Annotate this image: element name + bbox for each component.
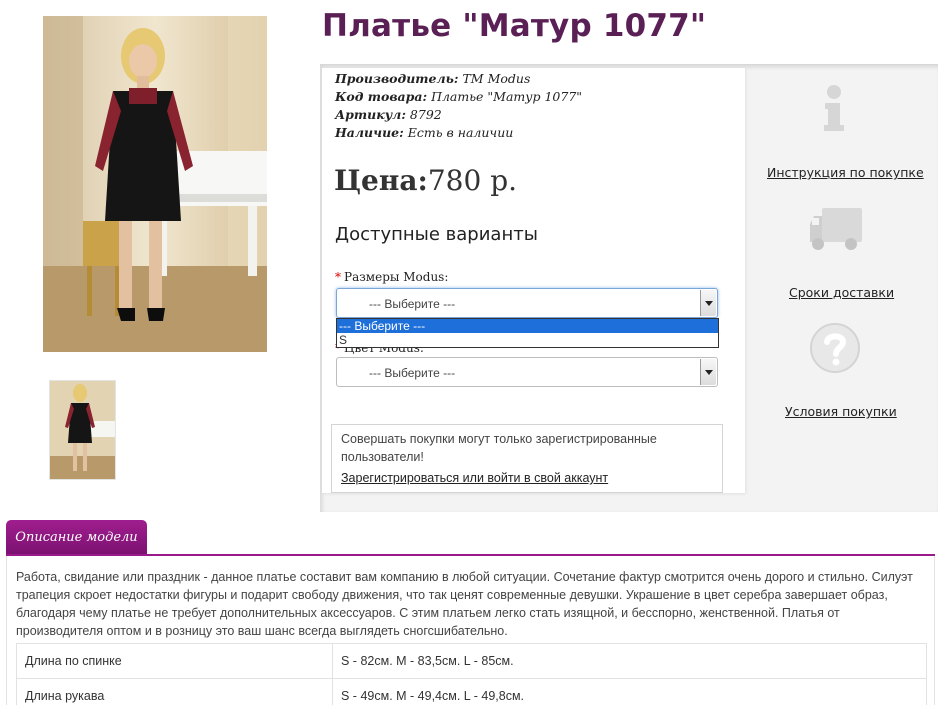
size-option-s[interactable]: S bbox=[337, 333, 718, 347]
tab-description[interactable]: Описание модели bbox=[6, 520, 147, 555]
spec-name: Длина рукава bbox=[16, 678, 333, 705]
manufacturer-value: TM Modus bbox=[462, 71, 531, 86]
color-select[interactable]: --- Выберите --- bbox=[336, 357, 718, 387]
size-select-value: --- Выберите --- bbox=[369, 297, 456, 311]
product-photo-image bbox=[43, 16, 267, 352]
required-marker: * bbox=[335, 270, 341, 284]
login-notice-message: Совершать покупки могут только зарегистр… bbox=[341, 432, 657, 464]
question-icon[interactable] bbox=[810, 323, 860, 378]
size-field-label: * Размеры Modus: bbox=[335, 270, 448, 284]
manufacturer-row: Производитель: TM Modus bbox=[335, 70, 582, 88]
size-select[interactable]: --- Выберите --- bbox=[336, 288, 718, 318]
spec-name: Длина по спинке bbox=[16, 643, 333, 679]
stock-row: Наличие: Есть в наличии bbox=[335, 124, 582, 142]
spec-value: S - 82см. M - 83,5см. L - 85см. bbox=[332, 643, 927, 679]
product-thumbnail[interactable] bbox=[49, 380, 116, 480]
size-dropdown-list: --- Выберите --- S bbox=[336, 318, 719, 348]
options-heading: Доступные варианты bbox=[335, 224, 538, 245]
chevron-down-icon[interactable] bbox=[700, 290, 716, 316]
info-icon[interactable] bbox=[822, 85, 846, 136]
product-meta: Производитель: TM Modus Код товара: Плат… bbox=[335, 70, 582, 142]
spec-value: S - 49см. M - 49,4см. L - 49,8см. bbox=[332, 678, 927, 705]
truck-icon[interactable] bbox=[808, 206, 864, 257]
sku-label: Артикул: bbox=[335, 107, 406, 122]
sku-value: 8792 bbox=[409, 107, 442, 122]
login-notice: Совершать покупки могут только зарегистр… bbox=[331, 424, 723, 493]
size-label-text: Размеры Modus: bbox=[344, 270, 449, 284]
register-login-link[interactable]: Зарегистрироваться или войти в свой акка… bbox=[341, 469, 608, 487]
color-select-value: --- Выберите --- bbox=[369, 366, 456, 380]
product-code-value: Платье "Матур 1077" bbox=[431, 89, 583, 104]
price-value: 780 р. bbox=[427, 164, 518, 197]
table-row: Длина рукава S - 49см. M - 49,4см. L - 4… bbox=[16, 678, 927, 705]
product-code-label: Код товара: bbox=[335, 89, 428, 104]
price-label: Цена: bbox=[334, 164, 428, 197]
manufacturer-label: Производитель: bbox=[335, 71, 459, 86]
stock-value: Есть в наличии bbox=[407, 125, 514, 140]
stock-label: Наличие: bbox=[335, 125, 404, 140]
purchase-instructions-link[interactable]: Инструкция по покупке bbox=[767, 165, 924, 180]
table-row: Длина по спинке S - 82см. M - 83,5см. L … bbox=[16, 643, 927, 679]
product-thumbnail-image bbox=[50, 381, 115, 479]
product-main-photo[interactable] bbox=[43, 16, 267, 352]
product-code-row: Код товара: Платье "Матур 1077" bbox=[335, 88, 582, 106]
description-text: Работа, свидание или праздник - данное п… bbox=[16, 570, 913, 638]
sku-row: Артикул: 8792 bbox=[335, 106, 582, 124]
purchase-terms-link[interactable]: Условия покупки bbox=[785, 404, 897, 419]
delivery-times-link[interactable]: Сроки доставки bbox=[789, 285, 894, 300]
size-option-placeholder[interactable]: --- Выберите --- bbox=[337, 319, 718, 333]
chevron-down-icon[interactable] bbox=[700, 359, 716, 385]
specs-table: Длина по спинке S - 82см. M - 83,5см. L … bbox=[16, 643, 927, 705]
product-title: Платье "Матур 1077" bbox=[322, 8, 707, 44]
price: Цена:780 р. bbox=[334, 164, 517, 197]
